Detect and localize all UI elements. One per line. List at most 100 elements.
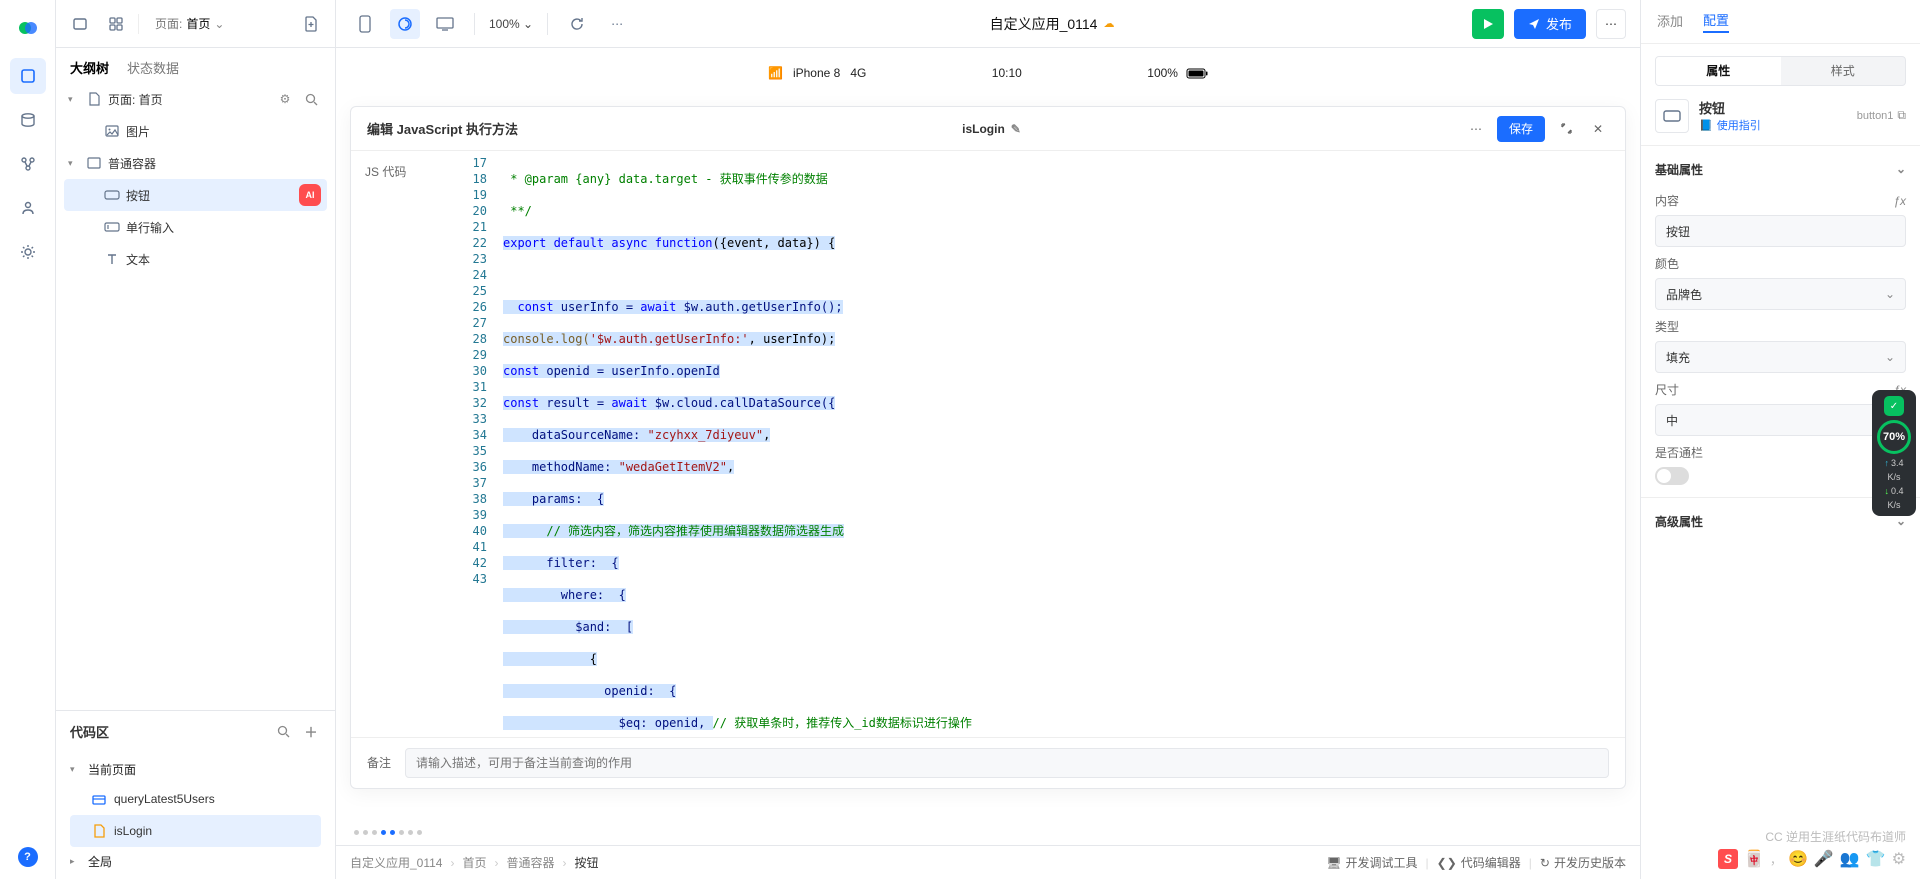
perf-score: 70% (1877, 420, 1911, 454)
ai-badge-icon[interactable]: AI (299, 184, 321, 206)
code-item-label: queryLatest5Users (114, 792, 215, 806)
close-icon[interactable]: ✕ (1587, 118, 1609, 140)
code-editor[interactable]: 1718192021222324252627282930313233343536… (451, 151, 1625, 737)
segment-control[interactable]: 属性 样式 (1655, 56, 1906, 86)
code-zone-title: 代码区 (70, 722, 109, 741)
search-icon[interactable] (301, 89, 321, 109)
tree-label: 按钮 (126, 187, 293, 204)
pager-dots[interactable] (354, 830, 422, 835)
zoom-selector[interactable]: 100% ⌄ (489, 17, 533, 31)
tree-item-text[interactable]: 文本 (64, 243, 327, 275)
logo-icon[interactable] (16, 16, 40, 40)
crumb[interactable]: 自定义应用_0114 (350, 854, 442, 871)
tree-page-row[interactable]: ▾ 页面: 首页 ⚙ (64, 83, 327, 115)
js-icon (92, 824, 106, 838)
button-icon (104, 187, 120, 203)
tree-label: 图片 (126, 123, 321, 140)
component-icon (1655, 99, 1689, 133)
caret-down-icon: ▾ (68, 94, 80, 105)
gear-icon[interactable]: ⚙ (275, 89, 295, 109)
size-select[interactable]: 中⌄ (1655, 404, 1906, 436)
device-phone-icon[interactable] (350, 9, 380, 39)
code-section-global[interactable]: ▸全局 (70, 847, 321, 875)
guide-link[interactable]: 📘使用指引 (1699, 117, 1761, 133)
edit-icon[interactable]: ✎ (1011, 122, 1021, 136)
nav-rail: ? (0, 0, 56, 879)
more-icon[interactable]: ⋯ (602, 9, 632, 39)
editor-side-label: JS 代码 (351, 151, 451, 737)
add-icon[interactable]: ＋ (301, 721, 321, 741)
app-title: 自定义应用_0114 ☁ (642, 14, 1462, 34)
fullwidth-toggle[interactable] (1655, 467, 1689, 485)
help-icon[interactable]: ? (18, 847, 38, 867)
tree-item-image[interactable]: 图片 (64, 115, 327, 147)
tree-label: 文本 (126, 251, 321, 268)
sogou-icon: S (1718, 849, 1738, 869)
seg-style[interactable]: 样式 (1781, 57, 1906, 85)
note-input[interactable] (405, 748, 1609, 778)
rp-tab-config[interactable]: 配置 (1703, 10, 1729, 33)
more-icon[interactable]: ⋯ (1465, 118, 1487, 140)
copy-icon[interactable]: ⧉ (1897, 108, 1906, 123)
overflow-icon[interactable]: ⋯ (1596, 9, 1626, 39)
code-item-islogin[interactable]: isLogin (70, 815, 321, 847)
watermark-text: CC 逆用生涯纸代码布道师 (1765, 828, 1906, 845)
content-input[interactable]: 按钮 (1655, 215, 1906, 247)
page-label: 页面: (155, 15, 182, 32)
new-page-icon[interactable] (297, 10, 325, 38)
foot-link-code[interactable]: ❮❯代码编辑器 (1437, 854, 1521, 871)
rail-components-icon[interactable] (10, 58, 46, 94)
code-section-current[interactable]: ▾当前页面 (70, 755, 321, 783)
type-select[interactable]: 填充⌄ (1655, 341, 1906, 373)
view-list-icon[interactable] (66, 10, 94, 38)
crumb[interactable]: 首页 (462, 854, 486, 871)
fx-icon[interactable]: ƒx (1893, 194, 1906, 208)
editor-title: 编辑 JavaScript 执行方法 (367, 119, 518, 138)
device-desktop-icon[interactable] (430, 9, 460, 39)
text-icon (104, 251, 120, 267)
section-advanced[interactable]: 高级属性⌄ (1655, 506, 1906, 536)
search-icon[interactable] (273, 721, 293, 741)
refresh-icon[interactable] (562, 9, 592, 39)
battery-icon (1186, 68, 1208, 79)
rail-users-icon[interactable] (10, 190, 46, 226)
publish-button[interactable]: 发布 (1514, 9, 1586, 39)
query-icon (92, 792, 106, 806)
tree-item-container[interactable]: ▾ 普通容器 (64, 147, 327, 179)
note-label: 备注 (367, 748, 391, 771)
image-icon (104, 123, 120, 139)
seg-props[interactable]: 属性 (1656, 57, 1781, 85)
code-editor-panel: 编辑 JavaScript 执行方法 isLogin✎ ⋯ 保存 ✕ JS 代码… (350, 106, 1626, 789)
tree-item-button[interactable]: 按钮 AI (64, 179, 327, 211)
section-basic[interactable]: 基础属性⌄ (1655, 154, 1906, 184)
run-button[interactable] (1472, 9, 1504, 39)
footer-bar: 自定义应用_0114› 首页› 普通容器› 按钮 🖥开发调试工具 | ❮❯代码编… (336, 845, 1640, 879)
watermark: S 🀄，😊🎤👥👕⚙ (1718, 849, 1906, 869)
rail-workflow-icon[interactable] (10, 146, 46, 182)
rp-tab-add[interactable]: 添加 (1657, 11, 1683, 32)
device-tablet-icon[interactable] (390, 9, 420, 39)
color-select[interactable]: 品牌色⌄ (1655, 278, 1906, 310)
foot-link-history[interactable]: ↻开发历史版本 (1540, 854, 1626, 871)
expand-icon[interactable] (1555, 118, 1577, 140)
page-selector[interactable]: 页面: 首页 ⌄ (147, 11, 232, 36)
crumb[interactable]: 普通容器 (507, 854, 555, 871)
phone-status-bar: 📶 iPhone 8 4G 10:10 100% (768, 66, 1208, 80)
tree-label: 单行输入 (126, 219, 321, 236)
rail-data-icon[interactable] (10, 102, 46, 138)
editor-fn-name: isLogin✎ (528, 122, 1455, 136)
rail-settings-icon[interactable] (10, 234, 46, 270)
page-icon (86, 91, 102, 107)
view-grid-icon[interactable] (102, 10, 130, 38)
crumb[interactable]: 按钮 (575, 854, 599, 871)
tab-outline[interactable]: 大纲树 (70, 58, 109, 77)
tab-state[interactable]: 状态数据 (127, 58, 179, 77)
foot-link-debug[interactable]: 🖥开发调试工具 (1326, 854, 1417, 871)
tree-item-input[interactable]: 单行输入 (64, 211, 327, 243)
code-item-query[interactable]: queryLatest5Users (70, 783, 321, 815)
save-button[interactable]: 保存 (1497, 116, 1545, 142)
component-id: button1 (1857, 110, 1894, 122)
field-label: 是否通栏 (1655, 444, 1703, 461)
perf-widget[interactable]: ✓ 70% ↑3.4 K/s ↓0.4 K/s (1872, 390, 1916, 516)
left-panel: 页面: 首页 ⌄ 大纲树 状态数据 ▾ 页面: 首页 ⚙ 图片 (56, 0, 336, 879)
